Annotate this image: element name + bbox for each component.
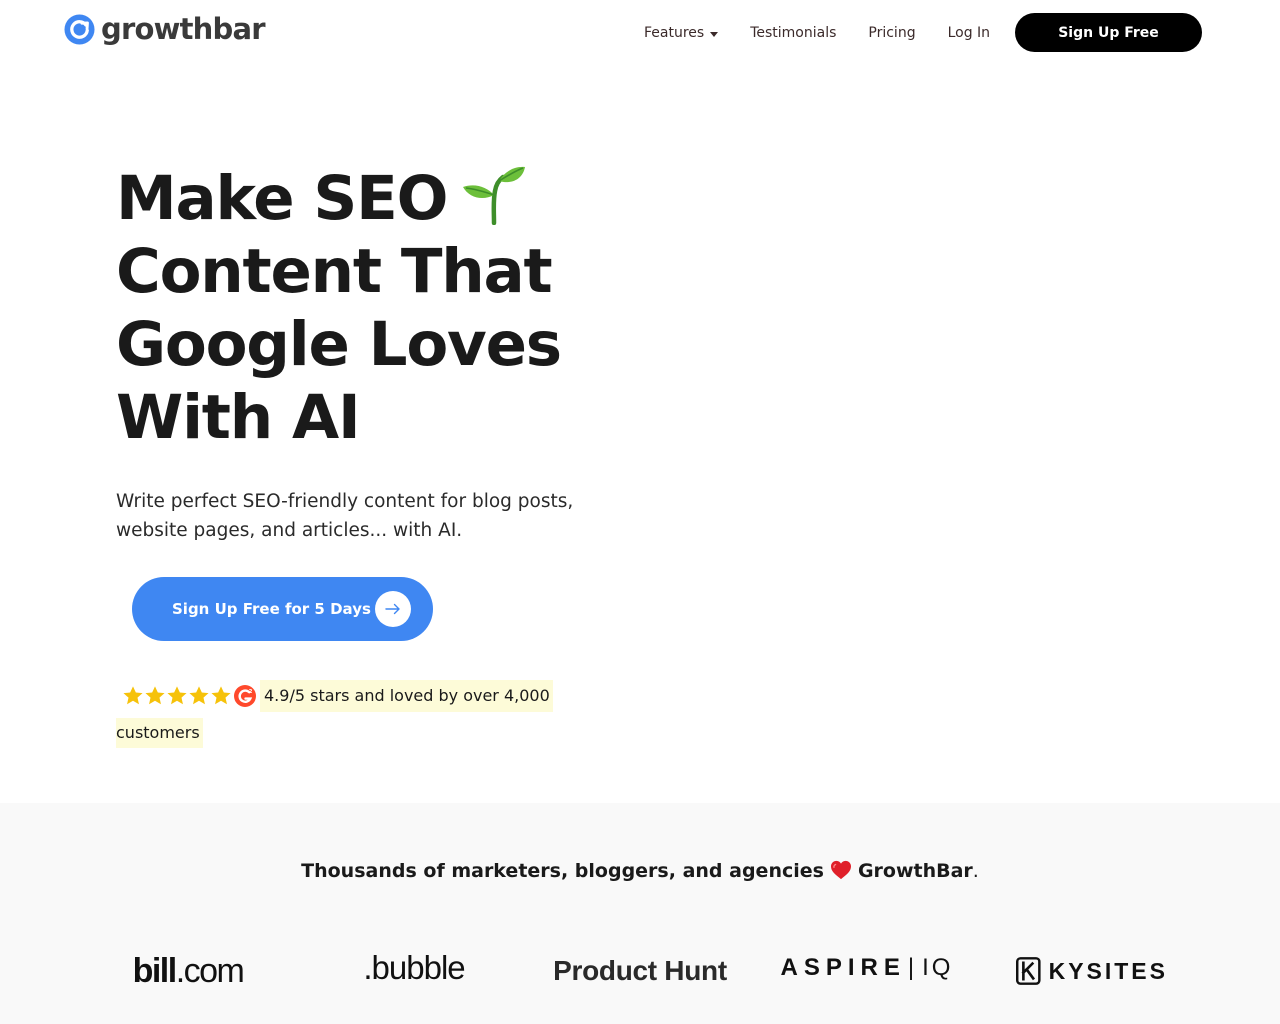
aspire-logo-suffix: IQ xyxy=(922,954,954,981)
hero-subtitle: Write perfect SEO-friendly content for b… xyxy=(116,491,574,541)
kysites-logo: KYSITES xyxy=(1016,948,1168,994)
social-proof-title-text: Thousands of marketers, bloggers, and ag… xyxy=(301,860,824,882)
star-rating xyxy=(122,685,232,707)
star-icon xyxy=(145,686,165,705)
logo-wordmark: growthbar xyxy=(101,12,266,46)
star-icon xyxy=(211,686,231,705)
main-nav: Features Testimonials Pricing Log In xyxy=(644,23,990,43)
caret-down-icon xyxy=(710,31,719,37)
site-header: growthbar Features Testimonials Pricing … xyxy=(0,0,1280,66)
bill-com-logo: bill .com xyxy=(118,948,258,994)
aspireiq-logo: ASPIRE | IQ xyxy=(780,945,954,991)
hero-title-line-4: With AI xyxy=(116,382,361,453)
seedling-icon xyxy=(463,166,526,225)
rating-text-line-2: customers xyxy=(116,718,203,748)
star-icon xyxy=(189,686,209,705)
star-icon xyxy=(123,686,143,705)
hero-title: Make SEO Content That Google Loves With … xyxy=(116,162,636,454)
signup-free-button[interactable]: Sign Up Free xyxy=(1015,13,1202,52)
cta-label: Sign Up Free for 5 Days xyxy=(172,600,371,618)
aspire-logo-text: ASPIRE xyxy=(780,954,906,981)
arrow-right-icon xyxy=(374,591,411,627)
nav-features-dropdown[interactable]: Features xyxy=(644,23,719,43)
social-proof-brand: GrowthBar xyxy=(857,860,973,882)
rating-text-line-1: 4.9/5 stars and loved by over 4,000 xyxy=(260,680,553,712)
bill-logo-suffix: .com xyxy=(175,951,245,990)
social-proof-period: . xyxy=(972,860,979,882)
hero-title-line-1: Make SEO xyxy=(116,162,636,235)
svg-text:2: 2 xyxy=(249,689,253,695)
growthbar-logo[interactable]: growthbar xyxy=(64,12,266,46)
nav-testimonials-link[interactable]: Testimonials xyxy=(750,23,836,43)
kysites-mark-icon xyxy=(1016,957,1041,985)
g2-logo-icon: 2 xyxy=(234,685,256,707)
hero-title-text-1: Make SEO xyxy=(116,163,448,234)
signup-free-5-days-button[interactable]: Sign Up Free for 5 Days xyxy=(132,577,433,641)
kysites-logo-text: KYSITES xyxy=(1048,957,1168,984)
social-proof-title: Thousands of marketers, bloggers, and ag… xyxy=(0,855,1280,887)
hero-title-line-2: Content That xyxy=(116,236,553,307)
nav-pricing-link[interactable]: Pricing xyxy=(868,23,915,43)
star-icon xyxy=(167,686,187,705)
product-hunt-logo: Product Hunt xyxy=(553,955,727,986)
nav-features-label: Features xyxy=(644,25,705,41)
heart-icon xyxy=(830,860,851,880)
nav-login-link[interactable]: Log In xyxy=(948,23,990,43)
hero-title-line-3: Google Loves xyxy=(116,309,562,380)
growthbar-logo-icon xyxy=(64,14,95,45)
aspire-logo-separator: | xyxy=(907,954,921,981)
customer-logos: bill .com .bubble Product Hunt ASPIRE | IQ … xyxy=(0,948,1280,994)
bubble-logo: .bubble xyxy=(363,949,465,986)
bill-logo-text: bill xyxy=(132,951,178,990)
